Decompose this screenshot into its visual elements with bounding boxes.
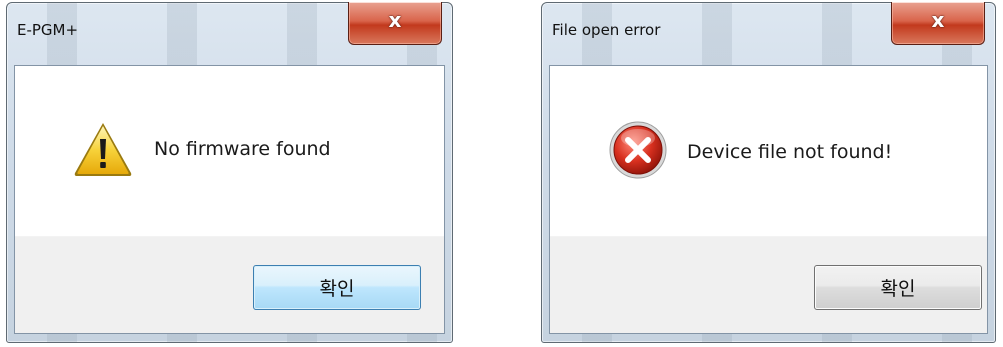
dialog-client-area: No firmware found 확인	[14, 65, 445, 334]
message-area: Device file not found!	[550, 66, 987, 236]
message-text: No firmware found	[154, 138, 331, 160]
dialog-client-area: Device file not found! 확인	[549, 65, 988, 334]
ok-button[interactable]: 확인	[253, 265, 421, 310]
close-icon: x	[388, 8, 402, 32]
dialog-e-pgm: E-PGM+ x No firmware found 확인	[6, 2, 453, 343]
warning-icon	[74, 123, 132, 176]
dialog-title: File open error	[552, 21, 661, 39]
ok-button[interactable]: 확인	[814, 265, 982, 310]
button-bar: 확인	[550, 236, 987, 333]
message-area: No firmware found	[15, 66, 444, 236]
button-bar: 확인	[15, 236, 444, 333]
message-text: Device file not found!	[687, 141, 893, 163]
close-button[interactable]: x	[891, 2, 985, 45]
close-icon: x	[931, 8, 945, 32]
dialog-title: E-PGM+	[17, 21, 79, 39]
dialog-file-open-error: File open error x Device file not found!	[541, 2, 996, 343]
error-icon	[609, 121, 667, 179]
close-button[interactable]: x	[348, 2, 442, 45]
